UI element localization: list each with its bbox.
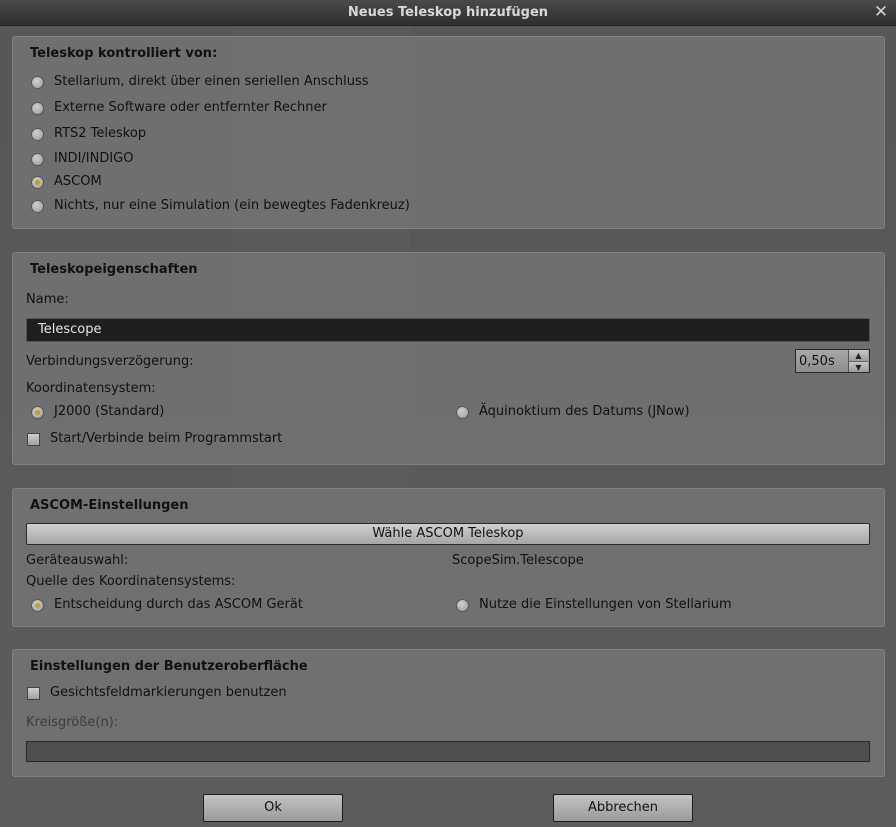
circle-size-label: Kreisgröße(n): (26, 715, 119, 730)
radio-external[interactable] (31, 102, 44, 115)
radio-serial-label[interactable]: Stellarium, direkt über einen seriellen … (54, 74, 369, 89)
spin-down-icon[interactable]: ▼ (848, 361, 868, 372)
radio-simulation[interactable] (31, 200, 44, 213)
coord-source-label: Quelle des Koordinatensystems: (26, 574, 236, 589)
radio-jnow[interactable] (456, 406, 469, 419)
device-label: Geräteauswahl: (26, 553, 129, 568)
name-input[interactable]: Telescope (26, 318, 870, 342)
properties-group: Teleskopeigenschaften Name: Verbindungsv… (12, 252, 885, 465)
ok-button[interactable]: Ok (203, 794, 343, 822)
radio-ascom[interactable] (31, 176, 44, 189)
properties-group-title: Teleskopeigenschaften (30, 262, 198, 277)
radio-jnow-label[interactable]: Äquinoktium des Datums (JNow) (479, 404, 690, 419)
ascom-group: ASCOM-Einstellungen Geräteauswahl: Scope… (12, 488, 885, 627)
add-telescope-dialog: Neues Teleskop hinzufügen ✕ Teleskop kon… (0, 0, 896, 827)
delay-label: Verbindungsverzögerung: (26, 354, 194, 369)
autostart-label[interactable]: Start/Verbinde beim Programmstart (50, 431, 282, 446)
cancel-button[interactable]: Abbrechen (553, 794, 693, 822)
device-value: ScopeSim.Telescope (452, 553, 584, 568)
ui-settings-group-title: Einstellungen der Benutzeroberfläche (30, 659, 308, 674)
fov-label[interactable]: Gesichtsfeldmarkierungen benutzen (50, 685, 287, 700)
radio-source-device-label[interactable]: Entscheidung durch das ASCOM Gerät (54, 597, 303, 612)
radio-simulation-label[interactable]: Nichts, nur eine Simulation (ein bewegte… (54, 198, 410, 213)
spin-up-icon[interactable]: ▲ (848, 350, 868, 361)
radio-external-label[interactable]: Externe Software oder entfernter Rechner (54, 100, 327, 115)
close-icon[interactable]: ✕ (872, 3, 890, 21)
radio-indi[interactable] (31, 153, 44, 166)
radio-serial[interactable] (31, 76, 44, 89)
name-label: Name: (26, 292, 69, 307)
radio-rts2-label[interactable]: RTS2 Teleskop (54, 126, 146, 141)
radio-source-stellarium[interactable] (456, 599, 469, 612)
delay-value[interactable]: 0,50s (799, 354, 835, 369)
radio-rts2[interactable] (31, 128, 44, 141)
control-group-title: Teleskop kontrolliert von: (30, 46, 218, 61)
radio-j2000[interactable] (31, 406, 44, 419)
coord-system-label: Koordinatensystem: (26, 381, 156, 396)
radio-indi-label[interactable]: INDI/INDIGO (54, 151, 134, 166)
choose-ascom-button[interactable]: Wähle ASCOM Teleskop (26, 523, 870, 545)
delay-spinbox[interactable]: 0,50s ▲ ▼ (795, 349, 870, 373)
control-group: Teleskop kontrolliert von: Stellarium, d… (12, 36, 885, 229)
radio-source-device[interactable] (31, 599, 44, 612)
title-bar[interactable]: Neues Teleskop hinzufügen ✕ (0, 0, 896, 26)
fov-checkbox[interactable] (27, 687, 40, 700)
ascom-group-title: ASCOM-Einstellungen (30, 498, 189, 513)
radio-source-stellarium-label[interactable]: Nutze die Einstellungen von Stellarium (479, 597, 732, 612)
radio-ascom-label[interactable]: ASCOM (54, 174, 102, 189)
circle-size-input[interactable] (26, 741, 870, 762)
autostart-checkbox[interactable] (27, 433, 40, 446)
dialog-title: Neues Teleskop hinzufügen (347, 5, 549, 20)
radio-j2000-label[interactable]: J2000 (Standard) (54, 404, 164, 419)
